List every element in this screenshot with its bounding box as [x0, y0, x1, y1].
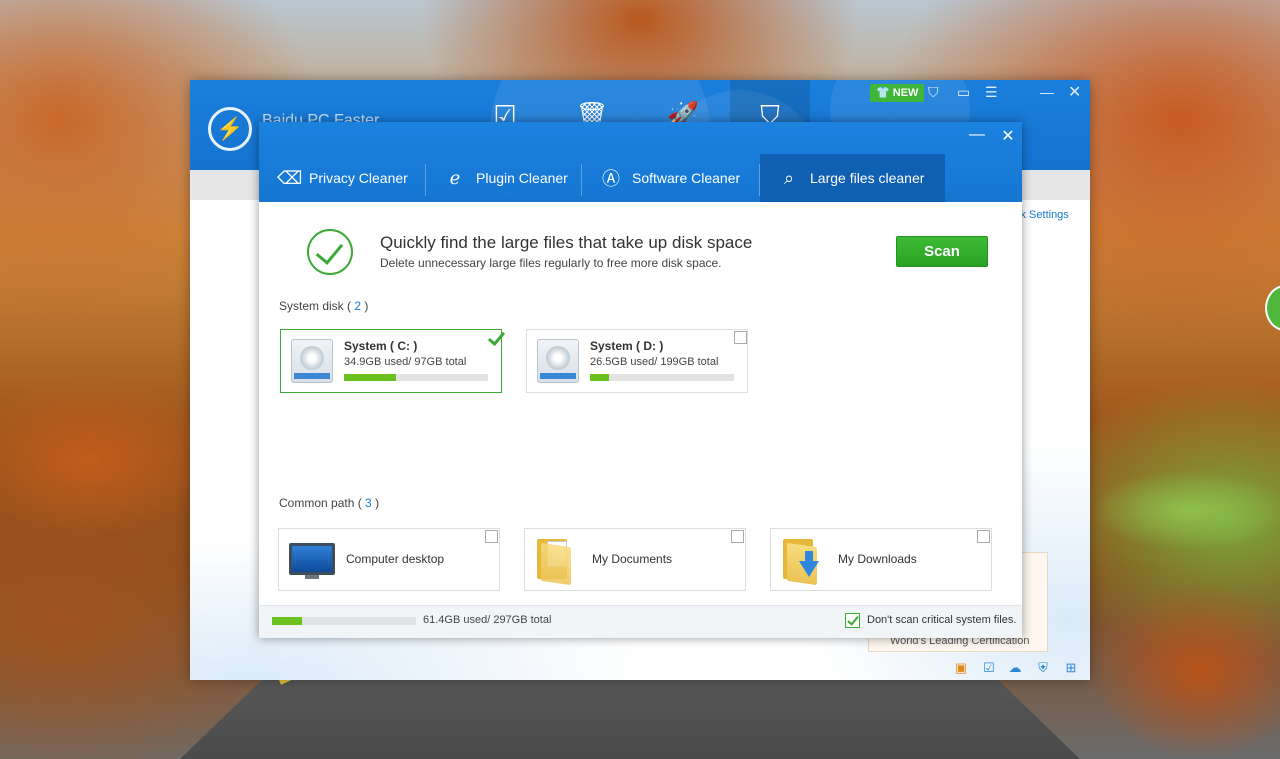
feedback-icon[interactable]: ▭: [957, 84, 970, 101]
disk-usage: 34.9GB used/ 97GB total: [344, 356, 467, 368]
shield-plus-icon[interactable]: ⛨: [1035, 660, 1051, 676]
disk-usage-bar: [590, 374, 734, 381]
total-usage-text: 61.4GB used/ 297GB total: [423, 614, 552, 626]
disk-name: System ( D: ): [590, 339, 664, 353]
quick-settings-link[interactable]: ck Settings: [1015, 209, 1069, 221]
disk-name: System ( C: ): [344, 339, 418, 353]
disk-usage-bar: [344, 374, 488, 381]
path-label: My Downloads: [838, 552, 917, 566]
tab-plugin-cleaner[interactable]: ℯ Plugin Cleaner: [426, 154, 581, 202]
large-files-dialog: — ✕ ⌫ Privacy Cleaner ℯ Plugin Cleaner Ⓐ…: [259, 122, 1022, 638]
dialog-close-icon[interactable]: ✕: [998, 126, 1018, 146]
dialog-minimize-icon[interactable]: —: [967, 126, 987, 144]
skin-icon[interactable]: ⛉: [928, 84, 939, 101]
dont-scan-label[interactable]: Don't scan critical system files.: [867, 614, 1016, 626]
app-store-icon: Ⓐ: [602, 169, 620, 189]
disk-usage-fill: [344, 374, 396, 381]
close-icon[interactable]: ✕: [1068, 82, 1081, 102]
system-disk-label: System disk ( 2 ): [279, 299, 369, 313]
dialog-header: — ✕ ⌫ Privacy Cleaner ℯ Plugin Cleaner Ⓐ…: [259, 122, 1022, 202]
baidu-icon[interactable]: ▣: [953, 660, 969, 676]
dont-scan-checkbox[interactable]: [845, 613, 860, 628]
downloads-checkbox[interactable]: [977, 530, 990, 543]
cloud-icon[interactable]: ☁: [1007, 660, 1023, 676]
tab-software-cleaner[interactable]: Ⓐ Software Cleaner: [582, 154, 759, 202]
path-card-downloads[interactable]: My Downloads: [770, 528, 992, 591]
path-card-desktop[interactable]: Computer desktop: [278, 528, 500, 591]
hero-title: Quickly find the large files that take u…: [380, 233, 753, 252]
eraser-icon: ⌫: [277, 167, 303, 188]
total-usage-bar: [272, 617, 416, 625]
hero-subtitle: Delete unnecessary large files regularly…: [380, 256, 722, 270]
documents-checkbox[interactable]: [731, 530, 744, 543]
tab-large-files-cleaner[interactable]: ⌕ Large files cleaner: [760, 154, 945, 202]
disk-card-c[interactable]: System ( C: ) 34.9GB used/ 97GB total: [280, 329, 502, 393]
hard-disk-icon: [537, 339, 579, 383]
common-path-label: Common path ( 3 ): [279, 496, 380, 510]
shirt-icon: 👕: [876, 87, 890, 99]
app-logo-icon: ⚡: [208, 107, 252, 151]
disk-d-checkbox[interactable]: [734, 331, 747, 344]
tab-privacy-cleaner[interactable]: ⌫ Privacy Cleaner: [259, 154, 425, 202]
dialog-footer: 61.4GB used/ 297GB total Don't scan crit…: [259, 605, 1022, 638]
disk-usage: 26.5GB used/ 199GB total: [590, 356, 719, 368]
ie-icon: ℯ: [449, 167, 461, 188]
check-circle-icon: [307, 229, 353, 275]
disk-c-checkbox[interactable]: [488, 332, 501, 345]
minimize-icon[interactable]: —: [1040, 84, 1054, 100]
scan-button[interactable]: Scan: [896, 236, 988, 267]
desktop-checkbox[interactable]: [485, 530, 498, 543]
total-usage-fill: [272, 617, 303, 625]
windows-icon[interactable]: ⊞: [1063, 660, 1079, 676]
hard-disk-icon: [291, 339, 333, 383]
disk-usage-fill: [590, 374, 609, 381]
downloads-folder-icon: [783, 539, 821, 586]
documents-folder-icon: [537, 539, 575, 586]
menu-icon[interactable]: ☰: [985, 84, 998, 101]
path-label: Computer desktop: [346, 552, 445, 566]
path-label: My Documents: [592, 552, 673, 566]
file-search-icon: ⌕: [783, 167, 795, 188]
disk-card-d[interactable]: System ( D: ) 26.5GB used/ 199GB total: [526, 329, 748, 393]
path-card-documents[interactable]: My Documents: [524, 528, 746, 591]
floating-ball[interactable]: [1265, 285, 1280, 331]
new-badge[interactable]: 👕 NEW: [870, 84, 925, 102]
monitor-icon: [289, 543, 335, 579]
check-icon[interactable]: ☑: [981, 660, 997, 676]
